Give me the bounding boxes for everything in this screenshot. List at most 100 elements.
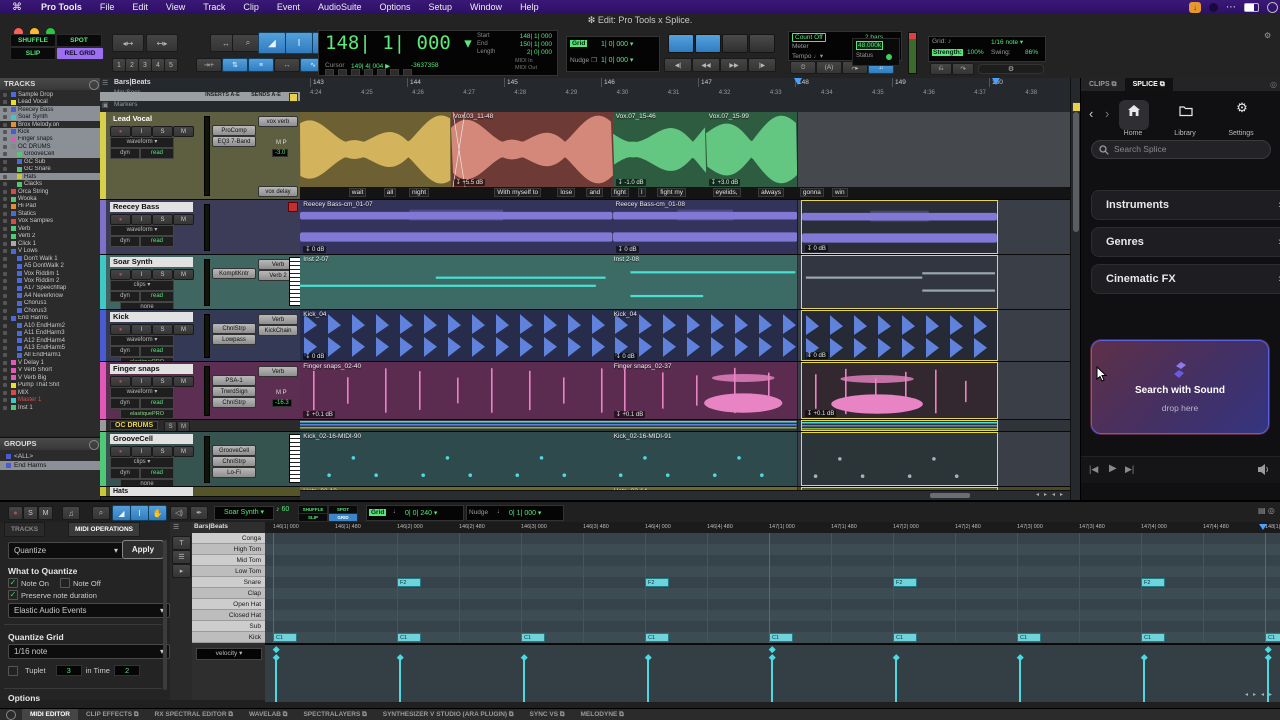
menu-item-edit[interactable]: Edit xyxy=(123,2,157,12)
track-visibility-dot[interactable] xyxy=(3,197,7,201)
insertion-follows-button[interactable]: ⇅ xyxy=(222,58,248,72)
track-visibility-dot[interactable] xyxy=(3,316,7,320)
send-slot-kickchain[interactable]: KickChain xyxy=(258,325,298,336)
track-visibility-dot[interactable] xyxy=(3,123,7,127)
splice-forward-button[interactable]: › xyxy=(1105,106,1109,121)
track-list-item-vox-samples[interactable]: Vox Samples xyxy=(0,218,100,225)
audio-clip-reecey-bass-cm-01-07[interactable]: Reecey Bass-cm_01-07↧ 0 dB xyxy=(300,200,613,254)
drum-row-low-tom[interactable]: Low Tom xyxy=(192,566,265,577)
trim-tool-button[interactable]: ◢ xyxy=(258,32,286,54)
automation-mode-selector[interactable]: read xyxy=(140,148,174,159)
insert-slot-kompltkntr[interactable]: KompltKntr xyxy=(212,268,256,279)
folder-solo-button[interactable]: S xyxy=(164,421,177,432)
audio-clip-kick-02-16-midi-90[interactable]: Kick_02-16-MIDI-90 xyxy=(300,432,611,486)
track-list-item-chorus1[interactable]: Chorus1 xyxy=(0,300,100,307)
input-monitor-button[interactable]: I xyxy=(131,126,152,137)
tuplet-d-field[interactable]: 2 xyxy=(114,665,140,676)
track-visibility-dot[interactable] xyxy=(3,286,7,290)
track-visibility-dot[interactable] xyxy=(3,242,7,246)
notation-view-button[interactable]: T xyxy=(172,536,191,550)
drum-row-clap[interactable]: Clap xyxy=(192,588,265,599)
midi-note-grid[interactable]: 146|1| 000146|1| 480146|2| 000146|2| 480… xyxy=(265,522,1280,643)
track-list-item-vox-riddim-2[interactable]: Vox Riddim 2 xyxy=(0,277,100,284)
midi-note-c1[interactable]: C1 xyxy=(521,633,545,642)
menu-item-track[interactable]: Track xyxy=(194,2,234,12)
midi-mode-slip[interactable]: SLIP xyxy=(298,513,328,522)
groove-slider-knob[interactable]: ⚙ xyxy=(1007,65,1015,72)
track-list-item-all-endharm1[interactable]: All EndHarm1 xyxy=(0,352,100,359)
menu-item-file[interactable]: File xyxy=(91,2,124,12)
send-mute-pan-label[interactable]: M P xyxy=(276,140,287,146)
selector-tool-button[interactable]: I xyxy=(285,32,313,54)
midi-note-c1[interactable]: C1 xyxy=(397,633,421,642)
velocity-stem[interactable] xyxy=(275,657,277,702)
drum-row-open-hat[interactable]: Open Hat xyxy=(192,599,265,610)
track-visibility-dot[interactable] xyxy=(3,93,7,97)
automation-param-selector[interactable]: dyn xyxy=(110,291,140,302)
grid-zoom-arrow-button[interactable]: ▸ xyxy=(1253,691,1256,698)
record-arm-button[interactable]: ● xyxy=(110,214,131,225)
mute-button[interactable]: M xyxy=(173,376,194,387)
play-button[interactable] xyxy=(722,34,748,53)
track-visibility-dot[interactable] xyxy=(3,227,7,231)
bottom-tab-midi-editor[interactable]: MIDI EDITOR xyxy=(22,709,78,720)
count-in-button[interactable]: (A) xyxy=(816,61,842,74)
insert-slot-trwrdsign[interactable]: TrwrdSign xyxy=(212,386,256,397)
v-scroll-thumb[interactable] xyxy=(1073,112,1079,232)
midi-note-f2[interactable]: F2 xyxy=(397,578,421,587)
category-card-genres[interactable]: Genres› xyxy=(1091,227,1280,257)
track-list-item-a13-endharm5[interactable]: A13 EndHarm5 xyxy=(0,344,100,351)
lyric-word[interactable]: With myself to xyxy=(494,188,541,197)
automation-mode-selector[interactable]: read xyxy=(140,398,174,409)
edit-mode-spot[interactable]: SPOT xyxy=(56,34,102,47)
selection-in-marker[interactable] xyxy=(794,78,802,85)
go-to-start-button[interactable]: ◀| xyxy=(664,58,692,72)
undo-button[interactable]: ⎌ xyxy=(930,63,952,75)
track-list-item-groovecell[interactable]: GrooveCell xyxy=(0,151,100,158)
lyric-word[interactable]: gonna xyxy=(800,188,824,197)
track-lane-reecey-bass[interactable]: Reecey Bass-cm_01-07↧ 0 dB Reecey Bass-c… xyxy=(300,200,1070,255)
velocity-stem[interactable] xyxy=(771,657,773,702)
track-list-item-v-verb-big[interactable]: V Verb Big xyxy=(0,374,100,381)
midi-nudge-label[interactable]: Nudge xyxy=(469,509,488,516)
track-visibility-dot[interactable] xyxy=(3,130,7,134)
audio-clip-kick-04[interactable]: Kick_04↧ 0 dB xyxy=(300,310,611,361)
automation-param-selector[interactable]: dyn xyxy=(110,398,140,409)
insert-slot-lowpass[interactable]: Lowpass xyxy=(212,334,256,345)
record-arm-button[interactable]: ● xyxy=(110,324,131,335)
track-visibility-dot[interactable] xyxy=(3,100,7,104)
list-view-button[interactable]: ☰ xyxy=(172,550,191,564)
midi-note-c1[interactable]: C1 xyxy=(1265,633,1280,642)
folder-track-name[interactable]: OC DRUMS xyxy=(110,421,158,430)
velocity-stem[interactable] xyxy=(647,657,649,702)
zoom-preset-4[interactable]: 4 xyxy=(151,58,165,72)
velocity-diamond[interactable] xyxy=(521,654,527,660)
folder-mute-button[interactable]: M xyxy=(177,421,190,432)
search-with-sound-dropzone[interactable]: Search with Sounddrop here xyxy=(1091,340,1269,434)
checkbox-icon[interactable] xyxy=(60,578,70,588)
track-list-item-kick[interactable]: Kick xyxy=(0,128,100,135)
play-notes-button[interactable]: ▸ xyxy=(172,564,191,578)
window-target-icon[interactable] xyxy=(6,710,16,720)
track-visibility-dot[interactable] xyxy=(3,175,7,179)
track-list-item-soar-synth[interactable]: Soar Synth xyxy=(0,113,100,120)
midi-note-c1[interactable]: C1 xyxy=(273,633,297,642)
midi-note-f2[interactable]: F2 xyxy=(645,578,669,587)
record-arm-button[interactable]: ● xyxy=(110,269,131,280)
track-list-item-brox-melody-on[interactable]: Brox Melody.on xyxy=(0,121,100,128)
track-visibility-dot[interactable] xyxy=(3,145,7,149)
automation-param-selector[interactable]: dyn xyxy=(110,148,140,159)
menu-item-setup[interactable]: Setup xyxy=(420,2,462,12)
velocity-stem[interactable] xyxy=(1019,657,1021,702)
automation-param-selector[interactable]: dyn xyxy=(110,236,140,247)
track-visibility-dot[interactable] xyxy=(3,272,7,276)
solo-button[interactable]: S xyxy=(152,446,173,457)
menu-item-event[interactable]: Event xyxy=(268,2,309,12)
solo-button[interactable]: S xyxy=(152,214,173,225)
group-item--all-[interactable]: <ALL> xyxy=(0,452,100,461)
track-visibility-dot[interactable] xyxy=(3,219,7,223)
bottom-tab-rx-spectral-editor[interactable]: RX SPECTRAL EDITOR ⧉ xyxy=(147,709,241,720)
velocity-stem[interactable] xyxy=(1143,657,1145,702)
midi-mute-button[interactable]: M xyxy=(38,506,53,520)
track-list-menu-icon[interactable] xyxy=(89,80,99,90)
